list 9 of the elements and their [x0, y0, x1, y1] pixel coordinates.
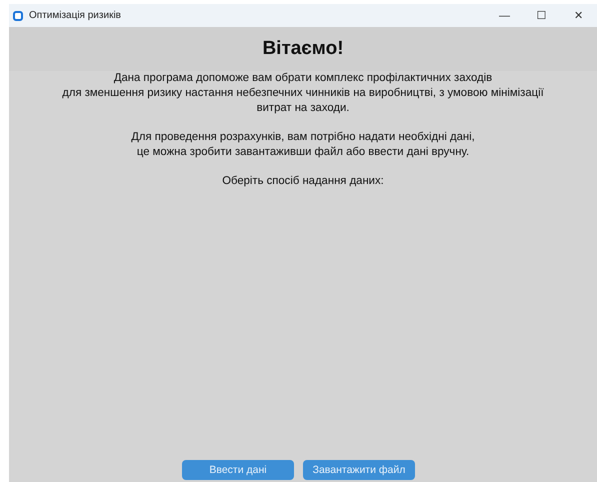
close-button[interactable]: ✕ [560, 4, 597, 27]
paragraph: Для проведення розрахунків, вам потрібно надати необхідні дані, це можна зробити завантаживши файл або ввести дані вручну. [131, 130, 475, 160]
welcome-heading: Вітаємо! [262, 38, 344, 60]
window-title: Оптимізація ризиків [29, 10, 122, 21]
minimize-button[interactable]: — [486, 4, 523, 27]
maximize-button[interactable]: ☐ [523, 4, 560, 27]
paragraph: Оберіть спосіб надання даних: [222, 174, 384, 189]
app-icon [13, 10, 23, 20]
paragraph: Дана програма допоможе вам обрати комплекс профілактичних заходів для зменшення ризику настання небезпечних чинників на виробництві, з умовою мінімізації витрат на заходи. [62, 71, 544, 116]
